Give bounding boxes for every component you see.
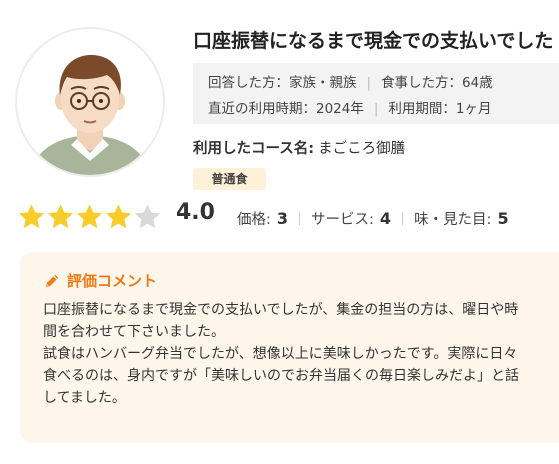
course-label: 利用したコース名: — [193, 141, 315, 157]
star-rating — [17, 202, 162, 232]
comment-heading-text: 評価コメント — [67, 272, 158, 290]
comment-paragraph: 試食はハンバーグ弁当でしたが、想像以上に美味しかったです。実際に日々食べるのは、… — [43, 346, 519, 406]
man-with-glasses-avatar-icon — [17, 29, 163, 175]
info-row-2: 直近の利用時期：2024年 | 利用期間：1ヶ月 — [208, 97, 559, 123]
service-label: サービス: — [311, 212, 374, 228]
eater-info: 食事した方：64歳 — [381, 75, 493, 91]
star-empty-icon — [134, 204, 161, 229]
star-filled-icon — [47, 204, 74, 229]
taste-score: 5 — [497, 209, 509, 228]
respondent-info: 回答した方：家族・親族 — [208, 75, 357, 91]
reviewer-info-box: 回答した方：家族・親族 | 食事した方：64歳 直近の利用時期：2024年 | 利用期間… — [193, 63, 559, 124]
usage-period-info: 利用期間：1ヶ月 — [388, 101, 492, 117]
rating-divider — [402, 212, 404, 225]
star-filled-icon — [76, 204, 103, 229]
rating-divider — [299, 212, 301, 225]
comment-heading: 評価コメント — [43, 270, 559, 291]
star-filled-icon — [18, 204, 45, 229]
recent-use-info: 直近の利用時期：2024年 — [208, 101, 364, 117]
course-line: 利用したコース名: まごころ御膳 — [193, 137, 405, 158]
reviewer-avatar — [15, 27, 165, 177]
info-divider: | — [373, 101, 379, 117]
overall-score: 4.0 — [176, 200, 215, 225]
service-score: 4 — [379, 209, 392, 228]
comment-box: 評価コメント 口座振替になるまで現金での支払いでしたが、集金の担当の方は、曜日や… — [20, 252, 559, 443]
star-filled-icon — [105, 204, 132, 229]
info-row-1: 回答した方：家族・親族 | 食事した方：64歳 — [208, 71, 559, 97]
price-label: 価格: — [237, 212, 271, 228]
sub-ratings: 価格: 3 サービス: 4 味・見た目: 5 — [237, 208, 509, 229]
comment-paragraph: 口座振替になるまで現金での支払いでしたが、集金の担当の方は、曜日や時間を合わせて… — [43, 302, 519, 340]
pencil-icon — [45, 274, 59, 287]
review-title: 口座振替になるまで現金での支払いでした — [193, 30, 554, 52]
course-name: まごころ御膳 — [318, 141, 406, 157]
comment-body: 口座振替になるまで現金での支払いでしたが、集金の担当の方は、曜日や時間を合わせて… — [43, 299, 529, 409]
price-score: 3 — [276, 209, 289, 228]
info-divider: | — [366, 75, 372, 91]
meal-type-badge: 普通食 — [193, 168, 266, 190]
taste-label: 味・見た目: — [414, 212, 492, 228]
